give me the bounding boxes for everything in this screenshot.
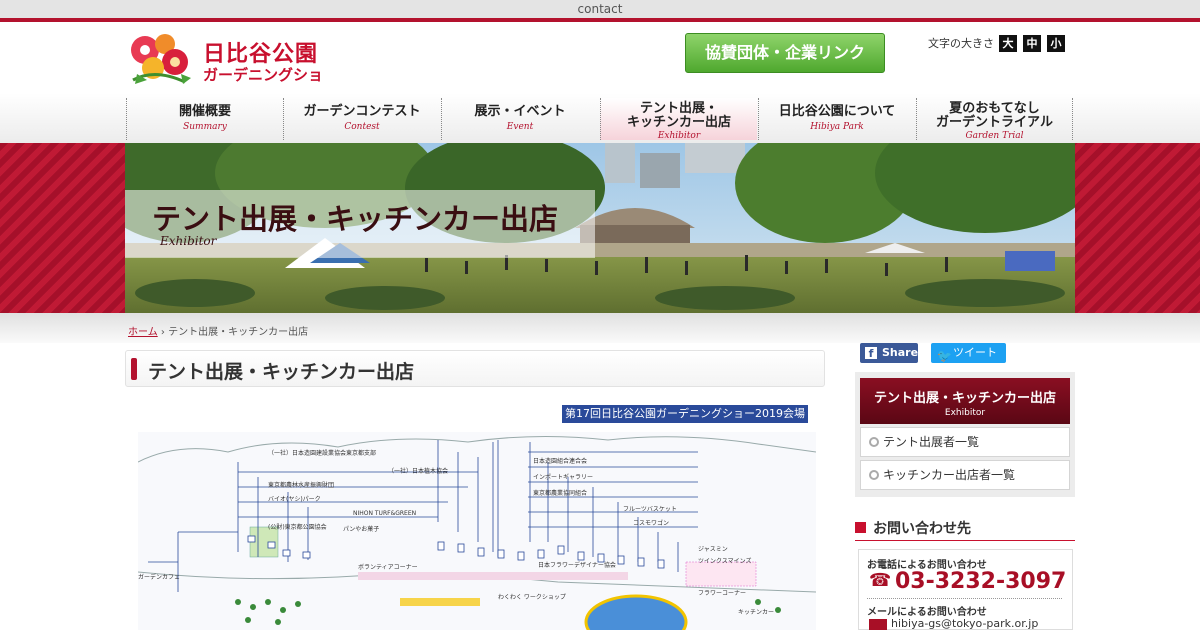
twitter-tweet-label: ツイート bbox=[953, 346, 997, 359]
map-label: インポートギャラリー bbox=[533, 474, 594, 481]
map-label: 東京都農業協同組合 bbox=[533, 490, 588, 497]
site-logo[interactable]: 日比谷公園 ガーデニングショー bbox=[125, 28, 335, 105]
twitter-tweet-button[interactable]: 🐦 ツイート bbox=[931, 343, 1006, 363]
nav-label: 夏のおもてなし ガーデントライアル bbox=[935, 101, 1053, 130]
nav-label: 日比谷公園について bbox=[778, 104, 896, 119]
page-heading: テント出展・キッチンカー出店 bbox=[125, 350, 825, 387]
nav-item-exhibitor[interactable]: テント出展・ キッチンカー出店 Exhibitor bbox=[600, 98, 757, 141]
facebook-icon: f bbox=[865, 347, 877, 360]
heading-accent-mark bbox=[131, 358, 137, 380]
sidebar-heading: テント出展・キッチンカー出店 Exhibitor bbox=[860, 378, 1070, 424]
sidebar-link-label: テント出展者一覧 bbox=[883, 435, 980, 449]
map-label: コスモワゴン bbox=[633, 520, 670, 527]
map-label: (公財)東京都公園協会 bbox=[268, 524, 327, 531]
map-label: 日本造園組合連合会 bbox=[533, 458, 588, 465]
map-label: フラワーコーナー bbox=[698, 590, 747, 597]
top-red-rule bbox=[0, 18, 1200, 22]
nav-label-en: Event bbox=[506, 122, 534, 132]
venue-map-image bbox=[138, 432, 816, 630]
nav-item-hibiya-park[interactable]: 日比谷公園について Hibiya Park bbox=[758, 98, 915, 140]
flower-logo-icon bbox=[131, 34, 191, 84]
mail-icon bbox=[869, 619, 887, 630]
font-size-small-button[interactable]: 小 bbox=[1047, 35, 1065, 52]
bullet-icon bbox=[869, 470, 879, 480]
top-bar: contact bbox=[0, 0, 1200, 18]
font-size-large-button[interactable]: 大 bbox=[999, 35, 1017, 52]
nav-label: 開催概要 bbox=[178, 104, 231, 119]
map-label: バイオ(ヤシ)パーク bbox=[268, 496, 321, 503]
sponsor-links-button[interactable]: 協賛団体・企業リンク bbox=[685, 33, 885, 73]
sidebar-link-tent-exhibitors[interactable]: テント出展者一覧 bbox=[860, 427, 1070, 457]
bullet-icon bbox=[869, 437, 879, 447]
font-size-medium-button[interactable]: 中 bbox=[1023, 35, 1041, 52]
map-label: ジャスミン bbox=[698, 546, 728, 553]
map-label: 東京都農林水産振興財団 bbox=[268, 482, 335, 489]
breadcrumb-home-link[interactable]: ホーム bbox=[128, 327, 158, 338]
map-label: フルーツバスケット bbox=[623, 506, 677, 513]
nav-label-en: Exhibitor bbox=[657, 131, 701, 141]
nav-item-contest[interactable]: ガーデンコンテスト Contest bbox=[283, 98, 440, 140]
breadcrumb-current: テント出展・キッチンカー出店 bbox=[168, 327, 309, 338]
sidebar-link-label: キッチンカー出店者一覧 bbox=[883, 468, 1016, 482]
sidebar-heading-en: Exhibitor bbox=[944, 408, 986, 418]
nav-label-en: Garden Trial bbox=[965, 131, 1024, 141]
square-bullet-icon bbox=[855, 522, 866, 533]
sidebar-link-kitchen-cars[interactable]: キッチンカー出店者一覧 bbox=[860, 460, 1070, 490]
breadcrumb: ホーム › テント出展・キッチンカー出店 bbox=[128, 323, 308, 338]
font-size-label: 文字の大きさ bbox=[928, 37, 994, 50]
twitter-bird-icon: 🐦 bbox=[937, 349, 952, 363]
map-label: NIHON TURF&GREEN bbox=[353, 510, 417, 517]
map-label: ガーデンカフェ bbox=[138, 574, 181, 581]
map-label: キッチンカー bbox=[738, 609, 775, 616]
inquiry-title-text: お問い合わせ先 bbox=[873, 521, 971, 537]
facebook-share-button[interactable]: f Share bbox=[860, 343, 918, 363]
sidebar-heading-jp: テント出展・キッチンカー出店 bbox=[873, 391, 1056, 406]
nav-item-summary[interactable]: 開催概要 Summary bbox=[126, 98, 283, 140]
inquiry-rule bbox=[855, 540, 1075, 541]
nav-item-event[interactable]: 展示・イベント Event bbox=[441, 98, 598, 140]
contact-link[interactable]: contact bbox=[560, 2, 640, 16]
phone-icon: ☎ bbox=[869, 570, 892, 591]
map-label: 日本フラワーデザイナー協会 bbox=[538, 562, 616, 569]
page-title: テント出展・キッチンカー出店 bbox=[148, 361, 415, 383]
breadcrumb-separator: › bbox=[160, 327, 165, 338]
map-title: 第17回日比谷公園ガーデニングショー2019会場MAP bbox=[562, 405, 808, 438]
nav-label: ガーデンコンテスト bbox=[303, 104, 421, 119]
map-label: （一社）日本植木協会 bbox=[388, 468, 449, 475]
nav-label: 展示・イベント bbox=[474, 104, 566, 119]
map-label: ボランティアコーナー bbox=[358, 564, 418, 571]
email-link[interactable]: hibiya-gs@tokyo-park.or.jp bbox=[891, 617, 1038, 630]
phone-number[interactable]: 03-3232-3097 bbox=[895, 569, 1066, 594]
map-label: パンやお菓子 bbox=[343, 526, 380, 533]
hero-title: テント出展・キッチンカー出店 bbox=[152, 202, 559, 236]
facebook-share-label: Share bbox=[882, 346, 919, 359]
map-label: わくわく ワークショップ bbox=[498, 594, 566, 601]
nav-label-en: Summary bbox=[183, 122, 227, 132]
nav-label-en: Hibiya Park bbox=[810, 122, 864, 132]
inquiry-title: お問い合わせ先 bbox=[855, 518, 971, 538]
inquiry-divider bbox=[867, 598, 1062, 599]
nav-label: テント出展・ キッチンカー出店 bbox=[626, 101, 731, 130]
nav-item-garden-trial[interactable]: 夏のおもてなし ガーデントライアル Garden Trial bbox=[916, 98, 1073, 141]
map-label: ツインクスマインズ bbox=[698, 558, 752, 565]
venue-map[interactable]: （一社）日本造園建設業協会東京都支部 （一社）日本植木協会 東京都農林水産振興財… bbox=[138, 432, 816, 630]
mail-label: メールによるお問い合わせ bbox=[867, 607, 987, 618]
nav-label-en: Contest bbox=[344, 122, 380, 132]
hero-subtitle: Exhibitor bbox=[160, 234, 217, 248]
map-label: （一社）日本造園建設業協会東京都支部 bbox=[268, 450, 377, 457]
